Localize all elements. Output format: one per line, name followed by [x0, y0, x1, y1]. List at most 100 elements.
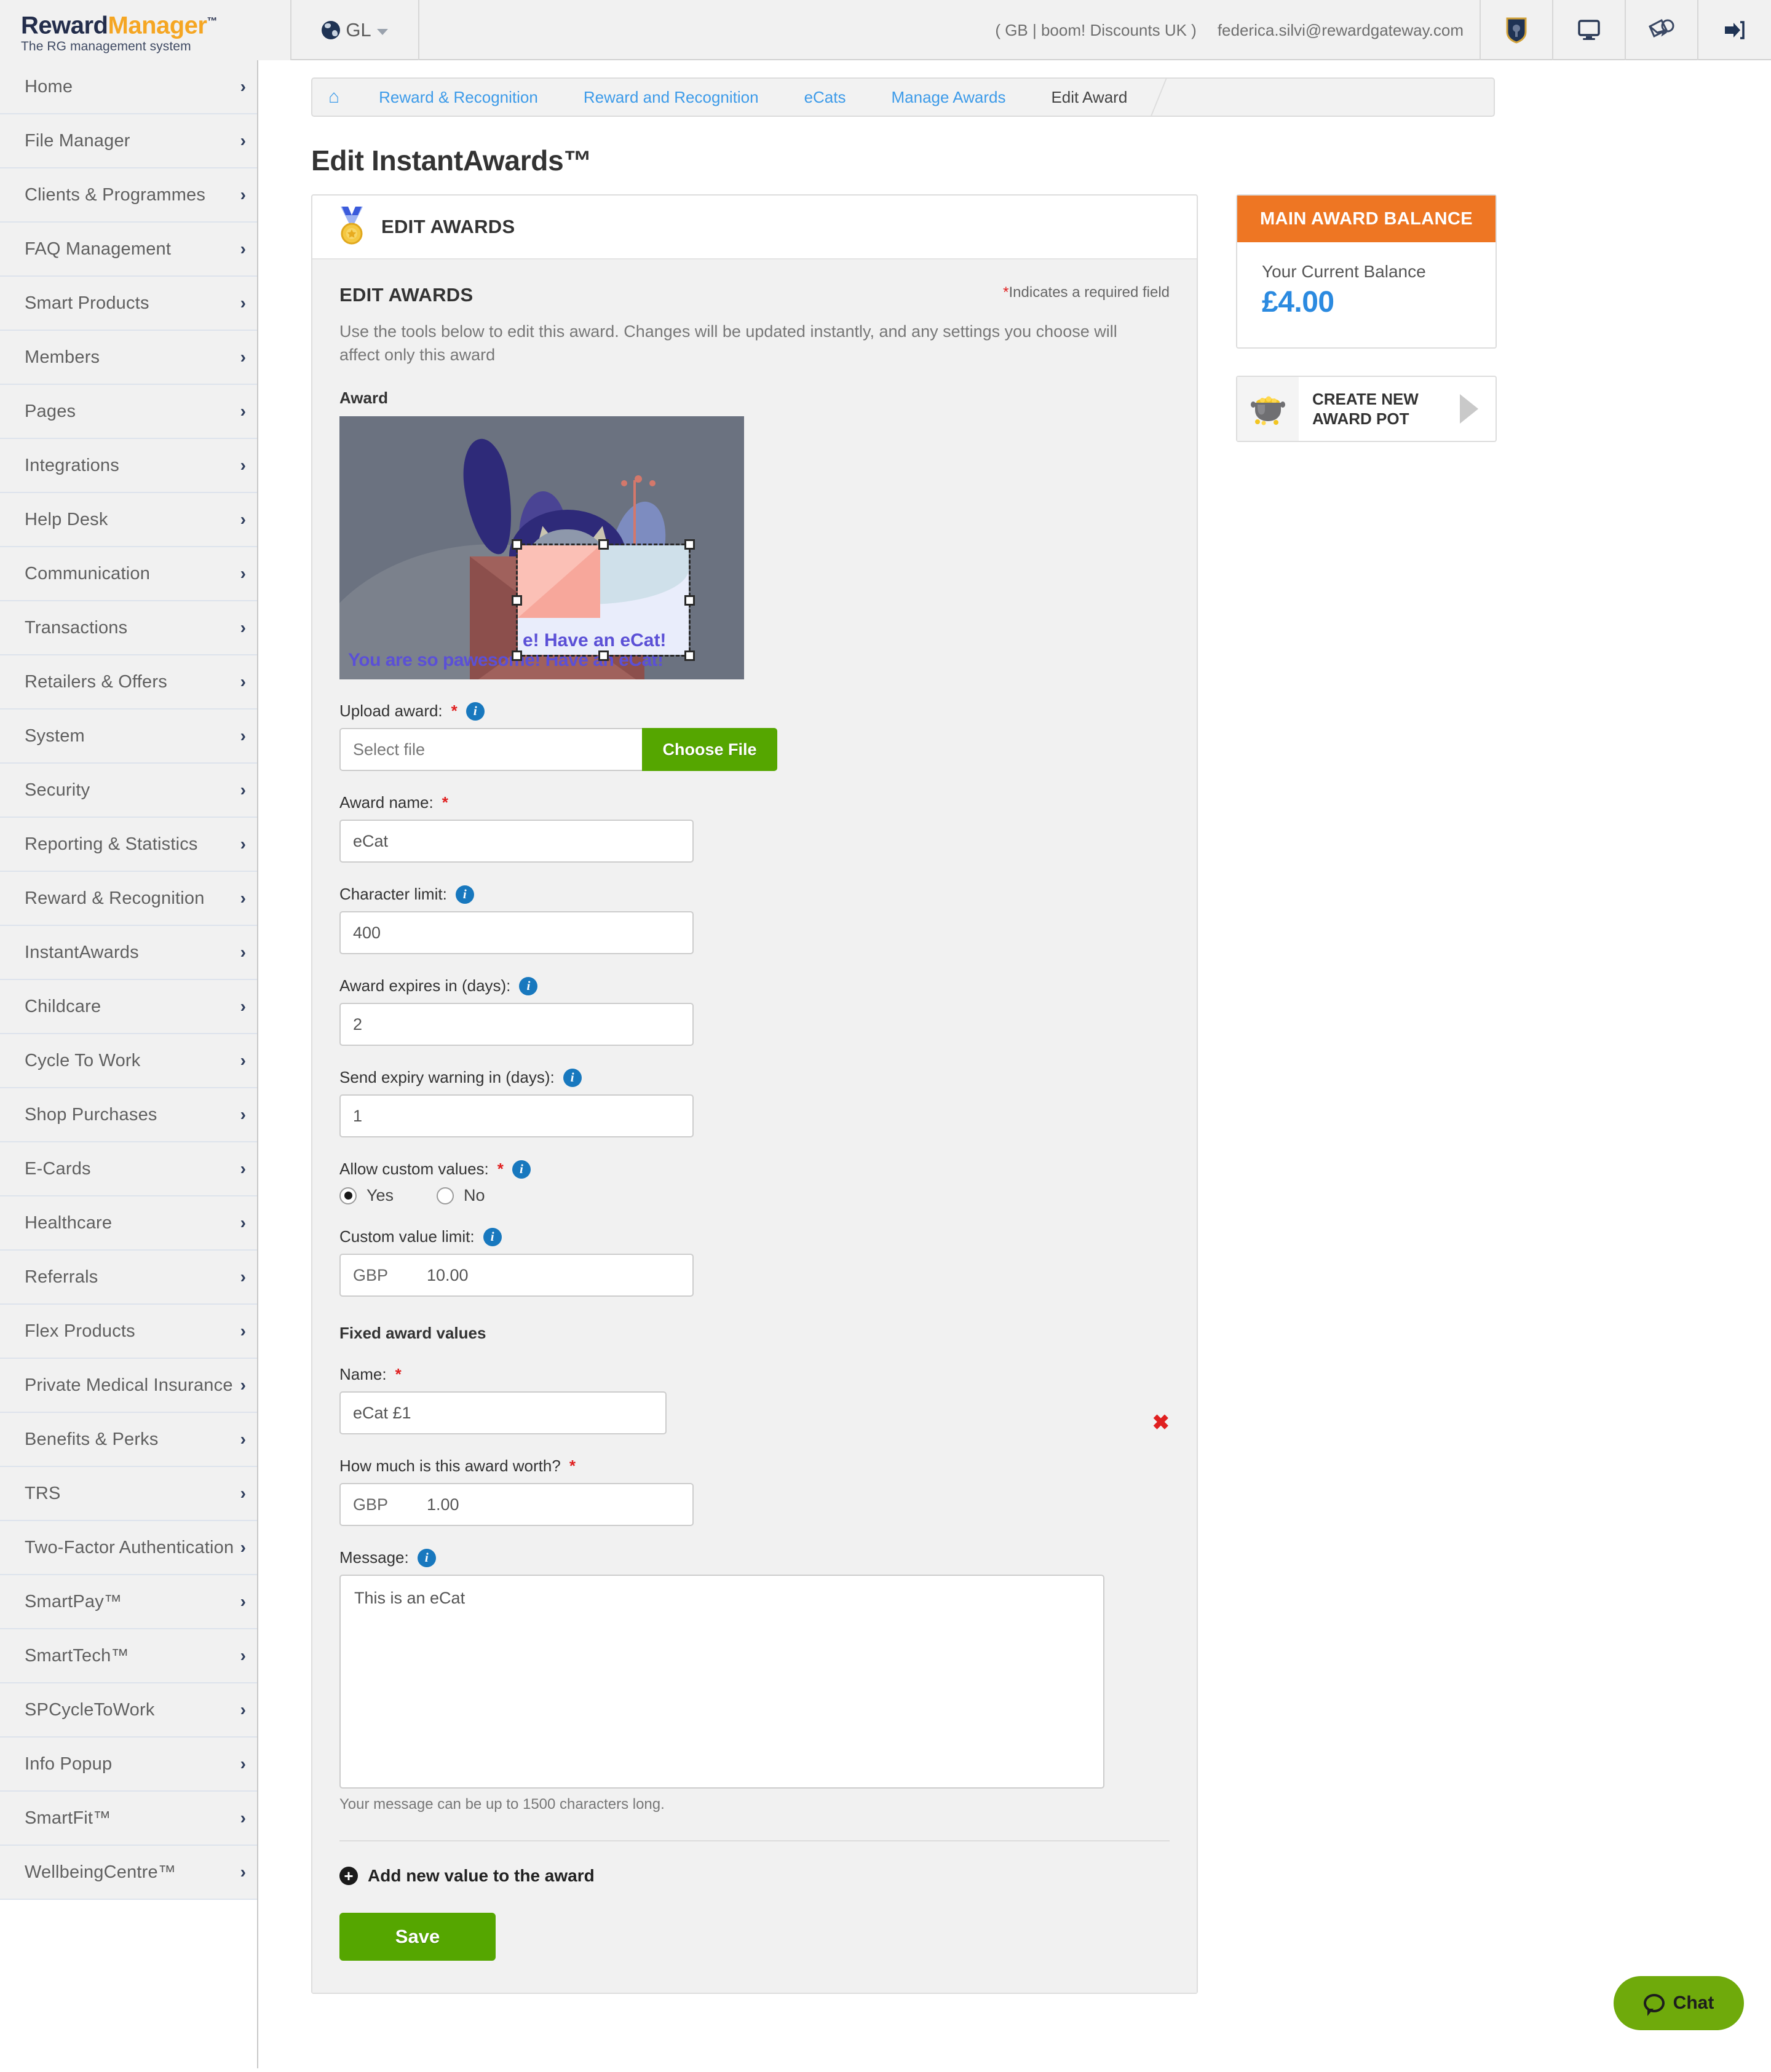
- sidebar-item-shop-purchases[interactable]: Shop Purchases ›: [0, 1088, 257, 1142]
- chevron-right-icon: ›: [240, 456, 246, 475]
- expiry-warning-input[interactable]: 1: [339, 1094, 694, 1137]
- info-icon[interactable]: i: [455, 885, 474, 904]
- sidebar-item-private-medical-insurance[interactable]: Private Medical Insurance ›: [0, 1359, 257, 1413]
- fixed-worth-input[interactable]: GBP 1.00: [339, 1483, 694, 1526]
- card-header: EDIT AWARDS: [312, 196, 1197, 259]
- info-icon[interactable]: i: [563, 1068, 582, 1087]
- chevron-right-icon: ›: [240, 1105, 246, 1124]
- breadcrumb-item-reward-and-recognition[interactable]: Reward and Recognition: [558, 79, 780, 116]
- resize-handle-w[interactable]: [512, 595, 522, 606]
- sidebar-item-transactions[interactable]: Transactions ›: [0, 601, 257, 655]
- image-selection-overlay[interactable]: e! Have an eCat!: [512, 539, 695, 661]
- sidebar-item-communication[interactable]: Communication ›: [0, 547, 257, 601]
- sidebar-item-cycle-to-work[interactable]: Cycle To Work ›: [0, 1034, 257, 1088]
- character-limit-input[interactable]: 400: [339, 911, 694, 954]
- sidebar-item-e-cards[interactable]: E-Cards ›: [0, 1142, 257, 1196]
- info-icon[interactable]: i: [512, 1160, 531, 1179]
- sidebar-item-retailers-offers[interactable]: Retailers & Offers ›: [0, 655, 257, 710]
- character-limit-label-text: Character limit:: [339, 885, 447, 903]
- breadcrumb-home[interactable]: ⌂: [312, 79, 355, 116]
- flower-stem-icon: [633, 480, 636, 553]
- breadcrumb-item-manage-awards[interactable]: Manage Awards: [866, 79, 1027, 116]
- award-expires-label-text: Award expires in (days):: [339, 976, 511, 995]
- sidebar-item-healthcare[interactable]: Healthcare ›: [0, 1196, 257, 1251]
- chevron-right-icon: ›: [240, 834, 246, 853]
- choose-file-button[interactable]: Choose File: [642, 728, 777, 771]
- sidebar-item-benefits-perks[interactable]: Benefits & Perks ›: [0, 1413, 257, 1467]
- resize-handle-nw[interactable]: [512, 539, 522, 550]
- envelope-message-icon[interactable]: [1626, 0, 1698, 60]
- sidebar-item-integrations[interactable]: Integrations ›: [0, 439, 257, 493]
- sidebar-item-clients-programmes[interactable]: Clients & Programmes ›: [0, 168, 257, 223]
- sidebar-item-info-popup[interactable]: Info Popup ›: [0, 1738, 257, 1792]
- logout-icon[interactable]: [1698, 0, 1771, 60]
- chat-widget-button[interactable]: Chat: [1614, 1976, 1744, 2030]
- monitor-icon[interactable]: [1553, 0, 1626, 60]
- sidebar-item-smart-products[interactable]: Smart Products ›: [0, 277, 257, 331]
- chevron-right-icon: ›: [240, 564, 246, 583]
- info-icon[interactable]: i: [483, 1227, 502, 1246]
- save-button[interactable]: Save: [339, 1913, 496, 1961]
- breadcrumb: ⌂ Reward & Recognition Reward and Recogn…: [311, 77, 1495, 117]
- chevron-right-icon: ›: [240, 185, 246, 204]
- sidebar-item-label: File Manager: [25, 130, 130, 151]
- award-name-input[interactable]: eCat: [339, 820, 694, 863]
- badge-shield-icon[interactable]: [1481, 0, 1553, 60]
- add-new-value-link[interactable]: + Add new value to the award: [339, 1866, 1170, 1886]
- overlay-caption: e! Have an eCat!: [523, 630, 667, 650]
- fixed-name-input[interactable]: eCat £1: [339, 1391, 667, 1434]
- radio-allow-custom-yes[interactable]: Yes: [339, 1186, 394, 1205]
- sidebar-item-wellbeingcentre[interactable]: WellbeingCentre™ ›: [0, 1846, 257, 1900]
- radio-allow-custom-no[interactable]: No: [437, 1186, 485, 1205]
- sidebar-item-referrals[interactable]: Referrals ›: [0, 1251, 257, 1305]
- locale-selector[interactable]: GL: [291, 0, 419, 60]
- award-expires-input[interactable]: 2: [339, 1003, 694, 1046]
- award-image-preview[interactable]: You are so pawesome! Have an eCat! e! Ha…: [339, 416, 744, 679]
- info-icon[interactable]: i: [519, 976, 538, 995]
- sidebar-item-members[interactable]: Members ›: [0, 331, 257, 385]
- resize-handle-se[interactable]: [684, 650, 695, 661]
- app-logo[interactable]: RewardManager™ The RG management system: [0, 0, 291, 60]
- sidebar-item-two-factor-authentication[interactable]: Two-Factor Authentication ›: [0, 1521, 257, 1575]
- info-icon[interactable]: i: [417, 1548, 436, 1567]
- sidebar-item-file-manager[interactable]: File Manager ›: [0, 114, 257, 168]
- resize-handle-n[interactable]: [598, 539, 609, 550]
- sidebar-item-help-desk[interactable]: Help Desk ›: [0, 493, 257, 547]
- currency-code: GBP: [353, 1495, 389, 1514]
- sidebar-item-smarttech[interactable]: SmartTech™ ›: [0, 1629, 257, 1683]
- sidebar-item-flex-products[interactable]: Flex Products ›: [0, 1305, 257, 1359]
- resize-handle-ne[interactable]: [684, 539, 695, 550]
- resize-handle-s[interactable]: [598, 650, 609, 661]
- sidebar-item-instantawards[interactable]: InstantAwards ›: [0, 926, 257, 980]
- resize-handle-e[interactable]: [684, 595, 695, 606]
- sidebar-item-home[interactable]: Home ›: [0, 60, 257, 114]
- breadcrumb-item-reward-recognition[interactable]: Reward & Recognition: [354, 79, 559, 116]
- sidebar-item-pages[interactable]: Pages ›: [0, 385, 257, 439]
- sidebar-item-trs[interactable]: TRS ›: [0, 1467, 257, 1521]
- sidebar-item-faq-management[interactable]: FAQ Management ›: [0, 223, 257, 277]
- sidebar-item-label: Benefits & Perks: [25, 1429, 159, 1449]
- upload-award-label-text: Upload award:: [339, 702, 443, 720]
- sidebar-item-spcycletowork[interactable]: SPCycleToWork ›: [0, 1683, 257, 1738]
- currency-amount: 10.00: [427, 1265, 469, 1284]
- upload-award-input[interactable]: Select file: [339, 728, 642, 771]
- resize-handle-sw[interactable]: [512, 650, 522, 661]
- info-icon[interactable]: i: [466, 702, 485, 721]
- chat-label: Chat: [1673, 1993, 1714, 2013]
- sidebar-item-smartpay[interactable]: SmartPay™ ›: [0, 1575, 257, 1629]
- custom-value-limit-input[interactable]: GBP 10.00: [339, 1254, 694, 1297]
- remove-value-icon[interactable]: ✖: [1152, 1412, 1170, 1433]
- breadcrumb-item-ecats[interactable]: eCats: [779, 79, 867, 116]
- sidebar-item-system[interactable]: System ›: [0, 710, 257, 764]
- radio-label: Yes: [366, 1186, 394, 1204]
- sidebar-item-security[interactable]: Security ›: [0, 764, 257, 818]
- sidebar-empty-tail: [0, 1900, 257, 2072]
- sidebar-item-reporting-statistics[interactable]: Reporting & Statistics ›: [0, 818, 257, 872]
- message-textarea[interactable]: This is an eCat: [339, 1575, 1104, 1789]
- logo-text-reward: Reward: [21, 12, 108, 39]
- create-new-award-pot-button[interactable]: CREATE NEW AWARD POT: [1236, 376, 1497, 442]
- sidebar-item-reward-recognition[interactable]: Reward & Recognition ›: [0, 872, 257, 926]
- sidebar-item-childcare[interactable]: Childcare ›: [0, 980, 257, 1034]
- sidebar-item-smartfit[interactable]: SmartFit™ ›: [0, 1792, 257, 1846]
- chevron-right-icon: ›: [240, 1484, 246, 1503]
